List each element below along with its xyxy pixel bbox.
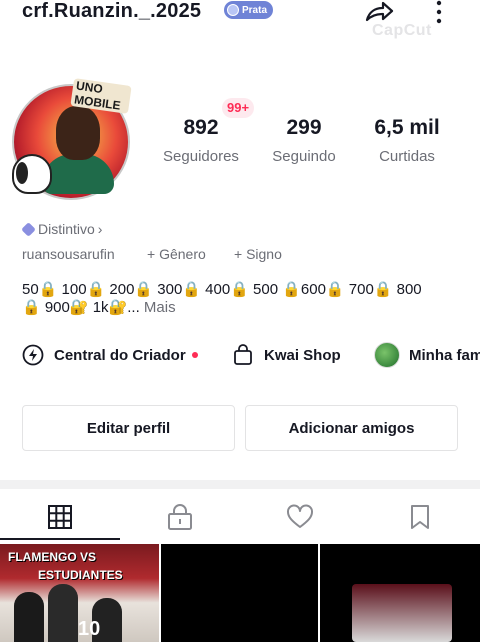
saved-tab[interactable] — [360, 494, 480, 540]
bio-line-2: 🔒 900🔐 1k🔐... — [22, 299, 140, 316]
post-title-line-2: ESTUDIANTES — [38, 568, 123, 582]
edit-profile-button[interactable]: Editar perfil — [22, 405, 235, 451]
kwai-shop-shortcut[interactable]: Kwai Shop — [232, 342, 341, 368]
distintivo-icon — [21, 221, 36, 237]
badge-label: Prata — [242, 4, 268, 16]
player-figure — [48, 584, 78, 642]
post-thumbnail[interactable] — [320, 544, 480, 642]
shopping-bag-icon — [234, 344, 252, 365]
post-title-line-1: FLAMENGO VS — [8, 550, 97, 564]
family-avatar-icon — [374, 342, 400, 368]
post-thumbnail[interactable]: FLAMENGO VS ESTUDIANTES 10 — [0, 544, 159, 642]
capcut-watermark: CapCut — [372, 22, 432, 39]
bio-more-link[interactable]: Mais — [144, 299, 176, 316]
new-indicator-dot — [191, 352, 198, 358]
heart-icon — [287, 504, 313, 528]
following-label: Seguindo — [272, 148, 336, 165]
post-image — [352, 584, 452, 642]
add-sign-button[interactable]: + Signo — [234, 246, 282, 262]
avatar-shirt — [42, 154, 114, 194]
snoopy-sticker — [12, 154, 52, 194]
distintivo-label: Distintivo — [38, 221, 95, 237]
section-divider — [0, 480, 480, 489]
likes-label: Curtidas — [379, 148, 435, 165]
bookmark-icon — [411, 505, 429, 529]
prata-badge[interactable]: Prata — [224, 1, 274, 19]
following-stat[interactable]: 299 Seguindo — [264, 116, 344, 165]
distintivo-link[interactable]: Distintivo › — [21, 221, 103, 237]
profile-avatar[interactable]: UNO MOBILE — [12, 78, 132, 200]
following-count: 299 — [286, 116, 322, 139]
avatar-face — [56, 106, 100, 160]
add-gender-button[interactable]: + Gênero — [147, 246, 206, 262]
player-figure — [14, 592, 44, 642]
lock-icon — [168, 504, 192, 530]
content-tabs — [0, 494, 480, 540]
likes-stat[interactable]: 6,5 mil Curtidas — [362, 116, 452, 165]
followers-count: 892 — [183, 116, 219, 139]
private-tab[interactable] — [120, 494, 240, 540]
more-options-icon[interactable] — [430, 0, 448, 24]
creator-center-shortcut[interactable]: Central do Criador — [22, 342, 198, 368]
likes-tab[interactable] — [240, 494, 360, 540]
user-handle: ruansousarufin — [22, 246, 115, 262]
family-label: Minha família — [409, 346, 480, 364]
jersey-number: 10 — [78, 618, 101, 640]
profile-bio: 50🔒 100🔒 200🔒 300🔒 400🔒 500 🔒600🔒 700🔒 8… — [22, 281, 462, 317]
profile-header: crf.Ruanzin._.2025 Prata CapCut — [0, 0, 480, 39]
add-friends-button[interactable]: Adicionar amigos — [245, 405, 458, 451]
grid-icon — [48, 505, 72, 529]
bio-line-1: 50🔒 100🔒 200🔒 300🔒 400🔒 500 🔒600🔒 700🔒 8… — [22, 281, 422, 298]
followers-label: Seguidores — [163, 148, 239, 165]
username: crf.Ruanzin._.2025 — [22, 0, 202, 22]
followers-stat[interactable]: 892 Seguidores — [156, 116, 246, 165]
post-grid: FLAMENGO VS ESTUDIANTES 10 — [0, 544, 480, 642]
grid-tab[interactable] — [0, 494, 120, 540]
chevron-right-icon: › — [97, 221, 103, 237]
creator-center-label: Central do Criador — [54, 346, 186, 364]
lightning-icon — [22, 344, 44, 366]
notification-badge: 99+ — [222, 98, 255, 118]
kwai-shop-label: Kwai Shop — [264, 346, 341, 364]
bio-line-2-wrap: 🔒 900🔐 1k🔐... Mais — [22, 299, 462, 317]
likes-count: 6,5 mil — [374, 116, 440, 139]
active-tab-indicator — [0, 538, 120, 540]
post-thumbnail[interactable] — [161, 544, 318, 642]
badge-icon — [227, 4, 239, 16]
family-shortcut[interactable]: Minha família — [374, 342, 480, 368]
share-icon[interactable] — [363, 0, 395, 24]
